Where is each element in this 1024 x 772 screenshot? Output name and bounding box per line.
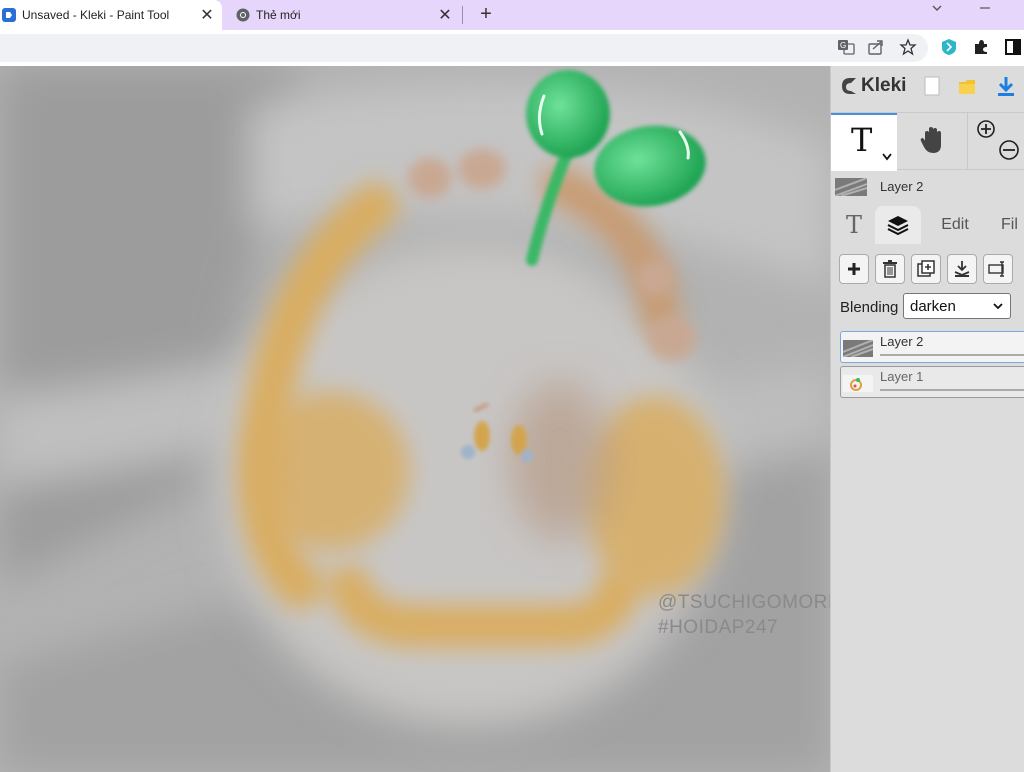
tool-row: T <box>831 112 1024 171</box>
download-icon[interactable] <box>995 74 1017 98</box>
hand-tool-button[interactable] <box>899 113 965 169</box>
tab-new-tab[interactable]: Thẻ mới ✕ <box>226 0 460 30</box>
chrome-icon <box>236 8 250 22</box>
hand-icon <box>920 127 941 153</box>
browser-toolbar: G <box>0 30 1024 66</box>
puzzle-icon[interactable] <box>971 38 991 58</box>
sidepanel-icon[interactable] <box>1003 38 1023 58</box>
blending-label: Blending <box>840 299 899 316</box>
share-icon[interactable] <box>866 38 886 58</box>
kleki-sidebar: Kleki T Layer 2 T Edit Fil Blending dark… <box>830 66 1024 772</box>
rename-icon <box>988 261 1004 277</box>
new-tab-button[interactable]: + <box>476 3 496 25</box>
duplicate-icon <box>917 260 935 277</box>
tab-separator <box>462 6 463 24</box>
new-file-icon[interactable] <box>921 74 943 98</box>
zoom-in-icon[interactable] <box>976 119 996 139</box>
star-icon[interactable] <box>898 38 918 58</box>
watermark-line-1: @TSUCHIGOMORI <box>658 592 830 613</box>
kleki-logo-icon <box>842 78 856 94</box>
chevron-down-icon <box>882 153 892 161</box>
chevron-down-icon <box>993 303 1003 310</box>
minimize-icon[interactable] <box>978 0 992 17</box>
kleki-favicon-icon <box>2 8 16 22</box>
blending-select[interactable]: darken <box>903 293 1011 319</box>
rename-layer-button[interactable] <box>983 254 1013 284</box>
panel-tabs: T Edit Fil <box>831 206 1024 244</box>
blending-value: darken <box>910 297 956 315</box>
open-folder-icon[interactable] <box>957 74 979 98</box>
add-layer-button[interactable] <box>839 254 869 284</box>
tab-search-chevron-icon[interactable] <box>931 2 943 17</box>
browser-tabstrip: Unsaved - Kleki - Paint Tool ✕ Thẻ mới ✕… <box>0 0 1024 30</box>
tab-title: Thẻ mới <box>256 8 301 22</box>
layer-name: Layer 1 <box>880 369 924 384</box>
layer-thumbnail <box>843 375 873 392</box>
watermark-line-2: #HOIDAP247 <box>658 617 779 638</box>
plus-icon <box>848 263 860 275</box>
delete-layer-button[interactable] <box>875 254 905 284</box>
text-tool-button[interactable]: T <box>831 113 897 171</box>
tab-close-icon[interactable]: ✕ <box>436 5 454 25</box>
address-bar[interactable] <box>0 34 928 62</box>
zoom-out-icon[interactable] <box>998 139 1022 161</box>
merge-down-icon <box>954 261 970 277</box>
zoom-tool-button[interactable] <box>967 113 1024 169</box>
tab-edit[interactable]: Edit <box>931 206 979 244</box>
layer-opacity-bar[interactable] <box>880 354 1024 356</box>
trash-icon <box>883 260 897 278</box>
layer-opacity-bar[interactable] <box>880 389 1024 391</box>
text-tool-label: T <box>851 121 873 159</box>
layers-icon <box>887 216 909 236</box>
tab-title: Unsaved - Kleki - Paint Tool <box>22 8 170 22</box>
layer-name: Layer 2 <box>880 334 924 349</box>
current-layer-thumbnail <box>834 177 868 197</box>
tab-kleki[interactable]: Unsaved - Kleki - Paint Tool ✕ <box>0 0 222 30</box>
layer-thumbnail <box>842 339 874 358</box>
tab-text[interactable]: T <box>839 206 869 244</box>
drawing-canvas[interactable]: @TSUCHIGOMORI #HOIDAP247 <box>0 66 830 772</box>
current-layer-name: Layer 2 <box>880 179 924 194</box>
merge-layer-button[interactable] <box>947 254 977 284</box>
tab-filter[interactable]: Fil <box>1001 206 1024 244</box>
tab-layers[interactable] <box>875 206 921 244</box>
logo-text: Kleki <box>861 75 907 96</box>
kleki-logo[interactable]: Kleki <box>831 66 913 106</box>
layer-item-layer-1[interactable]: Layer 1 <box>840 366 1024 398</box>
svg-text:G: G <box>840 41 846 50</box>
tab-text-label: T <box>845 211 862 239</box>
translate-icon[interactable]: G <box>836 38 856 58</box>
layer-item-layer-2[interactable]: Layer 2 <box>840 331 1024 363</box>
extension-shield-icon[interactable] <box>939 38 959 58</box>
tab-close-icon[interactable]: ✕ <box>198 5 216 25</box>
duplicate-layer-button[interactable] <box>911 254 941 284</box>
